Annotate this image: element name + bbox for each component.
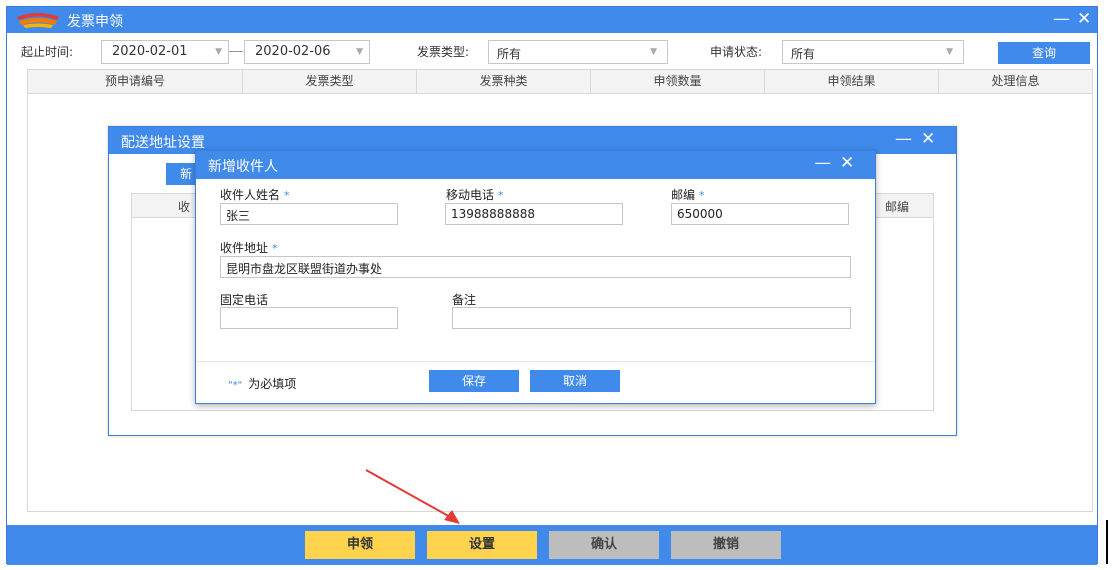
required-mark: * — [272, 242, 278, 255]
col-zip: 邮编 — [885, 200, 910, 214]
minimize-icon[interactable]: — — [814, 153, 831, 173]
address-label: 收件地址 * — [220, 241, 278, 255]
col-invoice-kind[interactable]: 发票种类 — [417, 70, 591, 93]
col-pre-apply-number[interactable]: 预申请编号 — [28, 70, 243, 93]
minimize-icon[interactable]: — — [895, 129, 912, 149]
settings-button[interactable]: 设置 — [427, 531, 537, 559]
col-invoice-type[interactable]: 发票类型 — [243, 70, 417, 93]
cancel-button[interactable]: 取消 — [530, 370, 620, 392]
phone-input[interactable] — [220, 307, 398, 329]
name-label: 收件人姓名 * — [220, 188, 290, 202]
remark-input[interactable] — [452, 307, 851, 329]
zip-input[interactable]: 650000 — [671, 203, 849, 225]
chevron-down-icon: ▼ — [356, 47, 363, 57]
invoice-type-label: 发票类型: — [417, 45, 470, 59]
window-title: 发票申领 — [67, 14, 123, 30]
required-mark: * — [699, 189, 705, 202]
query-button[interactable]: 查询 — [998, 42, 1090, 64]
confirm-button[interactable]: 确认 — [549, 531, 659, 559]
close-icon[interactable]: ✕ — [921, 129, 935, 149]
close-icon[interactable]: ✕ — [840, 153, 854, 173]
annotation-arrow-icon — [365, 469, 460, 524]
apply-button[interactable]: 申领 — [305, 531, 415, 559]
invoice-type-value: 所有 — [497, 47, 522, 61]
name-input[interactable]: 张三 — [220, 203, 398, 225]
address-input[interactable]: 昆明市盘龙区联盟街道办事处 — [220, 256, 851, 278]
end-date-picker[interactable]: 2020-02-06 ▼ — [244, 40, 370, 64]
zip-label: 邮编 * — [671, 188, 705, 202]
new-recipient-dialog: 新增收件人 — ✕ 收件人姓名 * 张三 移动电话 * 13988888888 邮编… — [195, 150, 876, 404]
col-receiver: 收 — [178, 200, 191, 214]
required-mark: * — [498, 189, 504, 202]
revoke-button[interactable]: 撤销 — [671, 531, 781, 559]
required-note-mark: "*" — [228, 380, 243, 391]
filter-bar: 起止时间: 2020-02-01 ▼ 2020-02-06 ▼ 发票类型: 所有… — [7, 37, 1097, 65]
chevron-down-icon: ▼ — [650, 47, 657, 57]
status-label: 申请状态: — [710, 45, 763, 59]
status-select[interactable]: 所有 ▼ — [782, 40, 964, 64]
recipient-dialog-title: 新增收件人 — [208, 159, 278, 175]
invoice-type-select[interactable]: 所有 ▼ — [488, 40, 668, 64]
grid-header: 预申请编号 发票类型 发票种类 申领数量 申领结果 处理信息 — [27, 69, 1093, 94]
minimize-icon[interactable]: — — [1053, 9, 1070, 29]
phone-label: 固定电话 — [220, 293, 269, 307]
close-icon[interactable]: ✕ — [1077, 9, 1091, 29]
status-value: 所有 — [791, 47, 816, 61]
chevron-down-icon: ▼ — [215, 47, 222, 57]
start-date-value: 2020-02-01 — [112, 44, 188, 59]
titlebar: 发票申领 — ✕ — [7, 7, 1097, 33]
chevron-down-icon: ▼ — [946, 47, 953, 57]
start-date-picker[interactable]: 2020-02-01 ▼ — [101, 40, 229, 64]
col-process-info[interactable]: 处理信息 — [939, 70, 1092, 93]
save-button[interactable]: 保存 — [429, 370, 519, 392]
col-apply-result[interactable]: 申领结果 — [765, 70, 939, 93]
time-range-label: 起止时间: — [21, 45, 74, 59]
mobile-label: 移动电话 * — [446, 188, 504, 202]
text-cursor — [1106, 520, 1108, 564]
remark-label: 备注 — [452, 293, 477, 307]
col-apply-quantity[interactable]: 申领数量 — [591, 70, 765, 93]
bottom-toolbar: 申领 设置 确认 撤销 — [7, 525, 1097, 565]
recipient-dialog-titlebar: 新增收件人 — ✕ — [196, 151, 875, 179]
address-dialog-title: 配送地址设置 — [121, 135, 205, 151]
app-logo-icon — [17, 13, 59, 28]
end-date-value: 2020-02-06 — [255, 44, 331, 59]
date-separator — [229, 51, 243, 52]
required-note: "*" 为必填项 — [228, 375, 296, 392]
footer-divider — [196, 361, 875, 362]
mobile-input[interactable]: 13988888888 — [445, 203, 623, 225]
required-mark: * — [284, 189, 290, 202]
required-note-text: 为必填项 — [248, 377, 297, 391]
